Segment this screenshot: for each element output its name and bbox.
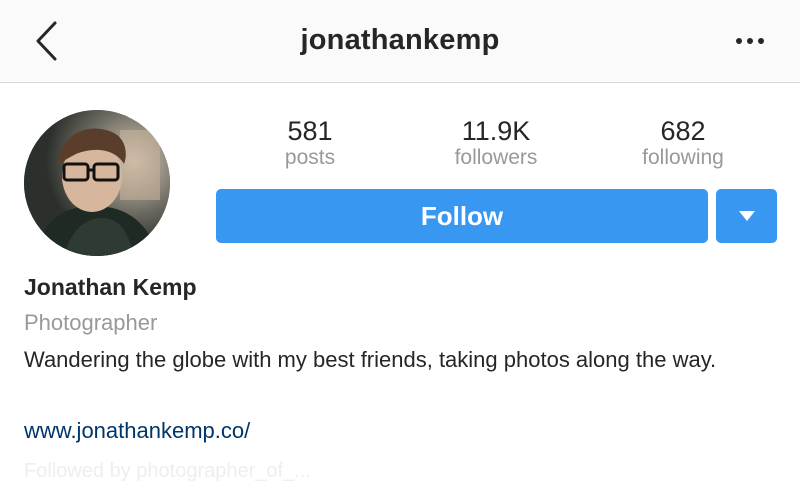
stat-followers[interactable]: 11.9K followers <box>416 116 576 170</box>
following-count: 682 <box>660 116 706 146</box>
profile-username-title: jonathankemp <box>300 24 500 56</box>
caret-down-icon <box>738 211 755 221</box>
followed-by-line[interactable]: Followed by photographer_of_... <box>24 460 311 483</box>
followers-count: 11.9K <box>461 116 531 146</box>
avatar-photo <box>24 110 170 256</box>
posts-label: posts <box>284 146 336 169</box>
following-label: following <box>642 146 724 169</box>
followers-label: followers <box>454 146 538 169</box>
posts-count: 581 <box>287 116 333 146</box>
suggested-accounts-dropdown-button[interactable] <box>716 189 777 243</box>
stat-following[interactable]: 682 following <box>603 116 763 170</box>
top-nav-bar: jonathankemp <box>0 0 800 83</box>
more-options-button[interactable] <box>730 26 770 56</box>
more-dots-icon <box>736 38 764 44</box>
follow-button[interactable]: Follow <box>216 189 708 243</box>
profile-category: Photographer <box>24 310 158 335</box>
profile-full-name: Jonathan Kemp <box>24 274 197 300</box>
stat-posts[interactable]: 581 posts <box>230 116 390 170</box>
profile-avatar[interactable] <box>24 110 170 256</box>
profile-bio: Wandering the globe with my best friends… <box>24 347 717 372</box>
profile-website-link[interactable]: www.jonathankemp.co/ <box>24 418 250 444</box>
